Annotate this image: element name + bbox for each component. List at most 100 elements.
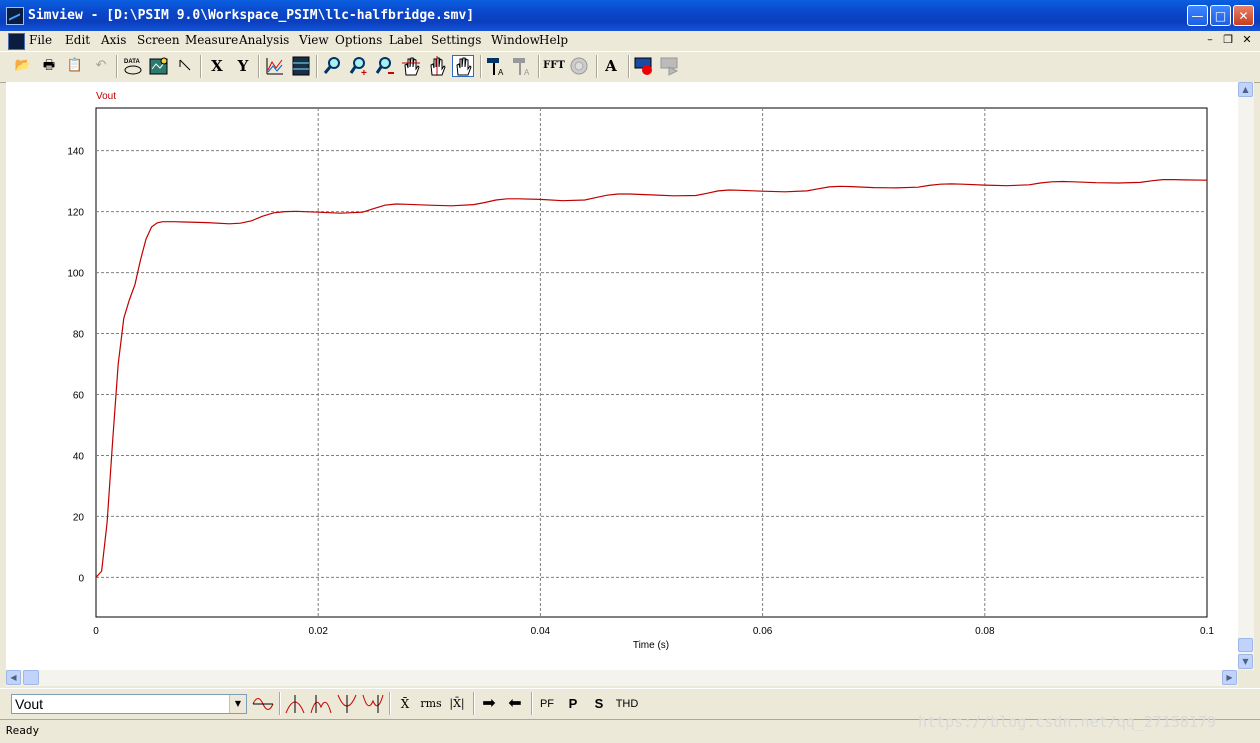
- y-tick-label: 80: [73, 330, 85, 341]
- zoom-in-button[interactable]: +: [348, 55, 370, 79]
- zoom-out-button[interactable]: [374, 55, 396, 77]
- vertical-scrollbar[interactable]: ▲ ▼: [1238, 82, 1254, 670]
- maximize-button[interactable]: □: [1210, 5, 1231, 26]
- pf-button[interactable]: PF: [535, 693, 559, 715]
- horizontal-scroll-thumb[interactable]: [23, 670, 39, 685]
- pan-x-button[interactable]: [400, 55, 422, 77]
- scroll-right-button[interactable]: ▶: [1222, 670, 1237, 685]
- next-max-button[interactable]: [309, 693, 333, 715]
- svg-text:DATA: DATA: [124, 59, 140, 65]
- svg-text:A: A: [524, 68, 530, 77]
- sine-button[interactable]: [251, 693, 275, 715]
- plot-frame: [95, 107, 1208, 618]
- average-button[interactable]: X̄: [393, 693, 417, 715]
- menu-screen[interactable]: Screen: [137, 33, 180, 47]
- document-icon[interactable]: [8, 33, 25, 50]
- plot-area[interactable]: Vout 0 0.02 0.04 0.06 0.08 0.1 0 20 40 60 80 100 12…: [6, 82, 1238, 670]
- menu-options[interactable]: Options: [335, 33, 382, 47]
- s-button[interactable]: S: [587, 693, 611, 715]
- waveform-chart[interactable]: Vout 0 0.02 0.04 0.06 0.08 0.1 0 20 40 60 80 100 12…: [6, 82, 1238, 670]
- x-tick-label: 0.1: [1200, 626, 1214, 637]
- marker-button[interactable]: A: [484, 55, 506, 77]
- x-axis-button[interactable]: X: [206, 55, 228, 77]
- zoom-button[interactable]: [322, 55, 344, 77]
- abs-average-button[interactable]: |X̄|: [445, 693, 469, 715]
- x-tick-label: 0.04: [531, 626, 551, 637]
- play-button[interactable]: [658, 55, 680, 77]
- x-tick-label: 0.08: [975, 626, 995, 637]
- max-button[interactable]: [283, 693, 307, 715]
- next-min-icon: [362, 694, 384, 713]
- menu-measure[interactable]: Measure: [185, 33, 238, 47]
- copy-button[interactable]: 📋: [64, 55, 86, 77]
- menu-window[interactable]: Window: [491, 33, 540, 47]
- undo-button[interactable]: ↶: [90, 55, 112, 77]
- print-button[interactable]: 🖶: [38, 55, 60, 77]
- data-button[interactable]: DATA: [122, 55, 144, 77]
- y-tick-label: 140: [67, 147, 84, 158]
- app-icon[interactable]: [6, 7, 24, 25]
- min-button[interactable]: [335, 693, 359, 715]
- select-button[interactable]: [174, 55, 196, 77]
- fft-button[interactable]: FFT: [542, 55, 566, 77]
- status-bar: Ready https://blog.csdn.net/qq_27158179: [0, 713, 1260, 743]
- chevron-down-icon[interactable]: ▼: [229, 695, 246, 713]
- thd-button[interactable]: THD: [613, 693, 641, 715]
- grid-button[interactable]: [290, 55, 312, 77]
- hand-icon: [456, 57, 472, 76]
- mdi-close-button[interactable]: ✕: [1240, 33, 1254, 47]
- multi-curve-icon: [266, 58, 283, 75]
- menu-view[interactable]: View: [299, 33, 329, 47]
- close-button[interactable]: ✕: [1233, 5, 1254, 26]
- menu-file[interactable]: File: [29, 33, 52, 47]
- zoom-out-icon: [375, 57, 394, 74]
- grid-icon: [292, 56, 310, 76]
- y-tick-label: 100: [67, 269, 84, 280]
- vertical-scroll-thumb[interactable]: [1238, 638, 1253, 652]
- menu-label[interactable]: Label: [389, 33, 423, 47]
- x-tick-label: 0.06: [753, 626, 773, 637]
- x-tick-label: 0: [93, 626, 99, 637]
- menu-help[interactable]: Help: [539, 33, 568, 47]
- scroll-down-button[interactable]: ▼: [1238, 654, 1253, 669]
- svg-text:+: +: [361, 68, 367, 77]
- minimize-button[interactable]: —: [1187, 5, 1208, 26]
- y-tick-label: 120: [67, 208, 84, 219]
- min-wave-icon: [337, 694, 357, 713]
- next-arrow-button[interactable]: ➡: [477, 693, 501, 715]
- p-button[interactable]: P: [561, 693, 585, 715]
- open-button[interactable]: 📂: [12, 55, 34, 77]
- y-tick-labels: 0 20 40 60 80 100 120 140: [67, 147, 84, 585]
- scroll-up-button[interactable]: ▲: [1238, 82, 1253, 97]
- scroll-left-button[interactable]: ◀: [6, 670, 21, 685]
- horizontal-scrollbar[interactable]: ◀ ▶: [6, 670, 1238, 686]
- menu-axis[interactable]: Axis: [101, 33, 126, 47]
- mdi-restore-button[interactable]: ❐: [1221, 33, 1235, 47]
- sine-wave-icon: [252, 698, 274, 710]
- rms-button[interactable]: rms: [419, 693, 443, 715]
- prev-arrow-button[interactable]: ⬅: [503, 693, 527, 715]
- record-button[interactable]: [632, 55, 654, 77]
- text-button[interactable]: A: [600, 55, 622, 77]
- menu-bar: File Edit Axis Screen Measure Analysis V…: [0, 31, 1260, 51]
- add-curve-icon: [149, 57, 168, 75]
- y-tick-label: 40: [73, 451, 85, 462]
- window-title: Simview - [D:\PSIM 9.0\Workspace_PSIM\ll…: [28, 8, 475, 23]
- variable-select[interactable]: Vout ▼: [11, 694, 247, 714]
- menu-settings[interactable]: Settings: [431, 33, 481, 47]
- hand-x-icon: [402, 57, 420, 76]
- pan-y-button[interactable]: [426, 55, 448, 77]
- mdi-minimize-button[interactable]: –: [1203, 33, 1217, 47]
- next-min-button[interactable]: [361, 693, 385, 715]
- watermark-text: https://blog.csdn.net/qq_27158179: [918, 713, 1217, 731]
- menu-analysis[interactable]: Analysis: [239, 33, 289, 47]
- x-tick-labels: 0 0.02 0.04 0.06 0.08 0.1: [93, 626, 1214, 637]
- multi-curve-button[interactable]: [264, 55, 286, 77]
- filter-button[interactable]: [568, 55, 590, 77]
- pan-button[interactable]: [452, 55, 474, 77]
- marker-b-button[interactable]: A: [510, 55, 532, 77]
- y-axis-button[interactable]: Y: [232, 55, 254, 77]
- menu-edit[interactable]: Edit: [65, 33, 90, 47]
- add-curve-button[interactable]: [148, 55, 170, 77]
- record-icon: [634, 57, 652, 75]
